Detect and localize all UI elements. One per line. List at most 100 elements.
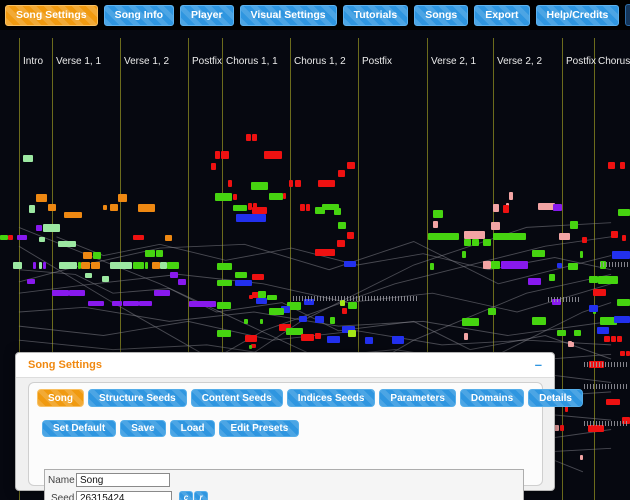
minimize-button[interactable]: –	[535, 358, 542, 371]
tab-content-seeds[interactable]: Content Seeds	[190, 389, 283, 407]
note	[215, 193, 232, 201]
tick-marks	[600, 262, 628, 267]
note	[256, 298, 267, 304]
note	[264, 151, 282, 159]
note	[167, 262, 179, 269]
note	[608, 162, 615, 169]
note	[110, 262, 132, 269]
note	[233, 205, 247, 211]
note	[244, 319, 248, 324]
dialog-header[interactable]: Song Settings –	[16, 353, 554, 378]
tab-details[interactable]: Details	[528, 389, 583, 407]
note	[574, 330, 581, 336]
seed-input[interactable]	[76, 491, 172, 500]
toolbar-button-player[interactable]: Player	[180, 4, 234, 26]
note	[283, 193, 286, 199]
tab-song[interactable]: Song	[37, 389, 84, 407]
note	[102, 276, 109, 282]
note	[235, 280, 252, 286]
note	[620, 351, 625, 356]
tab-domains[interactable]: Domains	[459, 389, 525, 407]
song-settings-dialog: Song Settings – Song Structure Seeds Conte…	[15, 352, 583, 500]
note	[83, 252, 92, 259]
dialog-title: Song Settings	[28, 359, 102, 371]
tick-marks	[584, 362, 628, 367]
tab-parameters[interactable]: Parameters	[379, 389, 456, 407]
note	[245, 335, 257, 342]
note	[503, 205, 509, 213]
note	[593, 289, 606, 296]
note	[338, 170, 345, 177]
note	[620, 162, 625, 169]
note	[103, 205, 107, 210]
note	[598, 276, 618, 284]
load-button[interactable]: Load	[169, 420, 216, 437]
note	[228, 180, 232, 187]
note	[145, 250, 155, 257]
save-button[interactable]: Save	[120, 420, 166, 437]
section-label-chorus-1: Chorus 1,	[598, 56, 630, 67]
note	[430, 263, 434, 270]
toolbar: Song Settings Song Info Player Visual Setti…	[0, 0, 630, 30]
note	[462, 251, 466, 258]
note	[597, 327, 609, 334]
note	[315, 316, 324, 323]
note	[612, 251, 630, 259]
note	[215, 151, 220, 159]
note	[48, 204, 56, 211]
note	[133, 235, 144, 240]
note	[493, 204, 499, 212]
toolbar-button-song-settings[interactable]: Song Settings	[5, 4, 98, 26]
note	[532, 250, 545, 257]
note	[560, 425, 564, 431]
note	[348, 302, 357, 309]
edit-presets-button[interactable]: Edit Presets	[219, 420, 300, 437]
seed-random-button[interactable]: r	[194, 491, 208, 500]
section-label-chorus-1-2: Chorus 1, 2	[294, 56, 346, 67]
note	[139, 301, 152, 306]
compose-button[interactable]: Compose	[625, 4, 630, 26]
note	[13, 262, 22, 269]
tick-marks	[584, 384, 628, 389]
note	[570, 221, 578, 229]
note	[123, 301, 139, 306]
note	[493, 233, 526, 240]
toolbar-button-song-info[interactable]: Song Info	[103, 4, 174, 26]
tab-structure-seeds[interactable]: Structure Seeds	[88, 389, 187, 407]
note	[88, 301, 104, 306]
toolbar-button-songs[interactable]: Songs	[414, 4, 469, 26]
section-label-postfix: Postfix	[192, 56, 223, 67]
note	[488, 308, 496, 315]
note	[170, 272, 178, 278]
name-input[interactable]	[76, 473, 170, 487]
note	[0, 235, 8, 240]
note	[428, 233, 459, 240]
toolbar-button-visual-settings[interactable]: Visual Settings	[239, 4, 337, 26]
note	[43, 262, 46, 269]
note	[211, 163, 216, 170]
toolbar-button-export[interactable]: Export	[474, 4, 530, 26]
action-button-row: Set Default Save Load Edit Presets	[42, 420, 542, 437]
toolbar-button-tutorials[interactable]: Tutorials	[342, 4, 409, 26]
note	[606, 399, 620, 405]
set-default-button[interactable]: Set Default	[42, 420, 117, 437]
tab-indices-seeds[interactable]: Indices Seeds	[286, 389, 376, 407]
seed-copy-button[interactable]: c	[179, 491, 193, 500]
note	[622, 235, 626, 241]
toolbar-button-help-credits[interactable]: Help/Credits	[535, 4, 620, 26]
note	[557, 263, 562, 268]
note	[306, 204, 310, 211]
section-label-postfix: Postfix	[566, 56, 597, 67]
note	[260, 319, 263, 324]
note	[299, 316, 307, 322]
note	[217, 263, 232, 270]
note	[52, 290, 69, 296]
note	[611, 336, 616, 342]
note	[300, 204, 305, 211]
note	[251, 182, 268, 190]
note	[267, 295, 277, 300]
note	[289, 180, 293, 187]
note	[110, 204, 118, 211]
tick-marks	[548, 297, 580, 302]
song-fieldset: Name Seed cr	[44, 469, 524, 500]
